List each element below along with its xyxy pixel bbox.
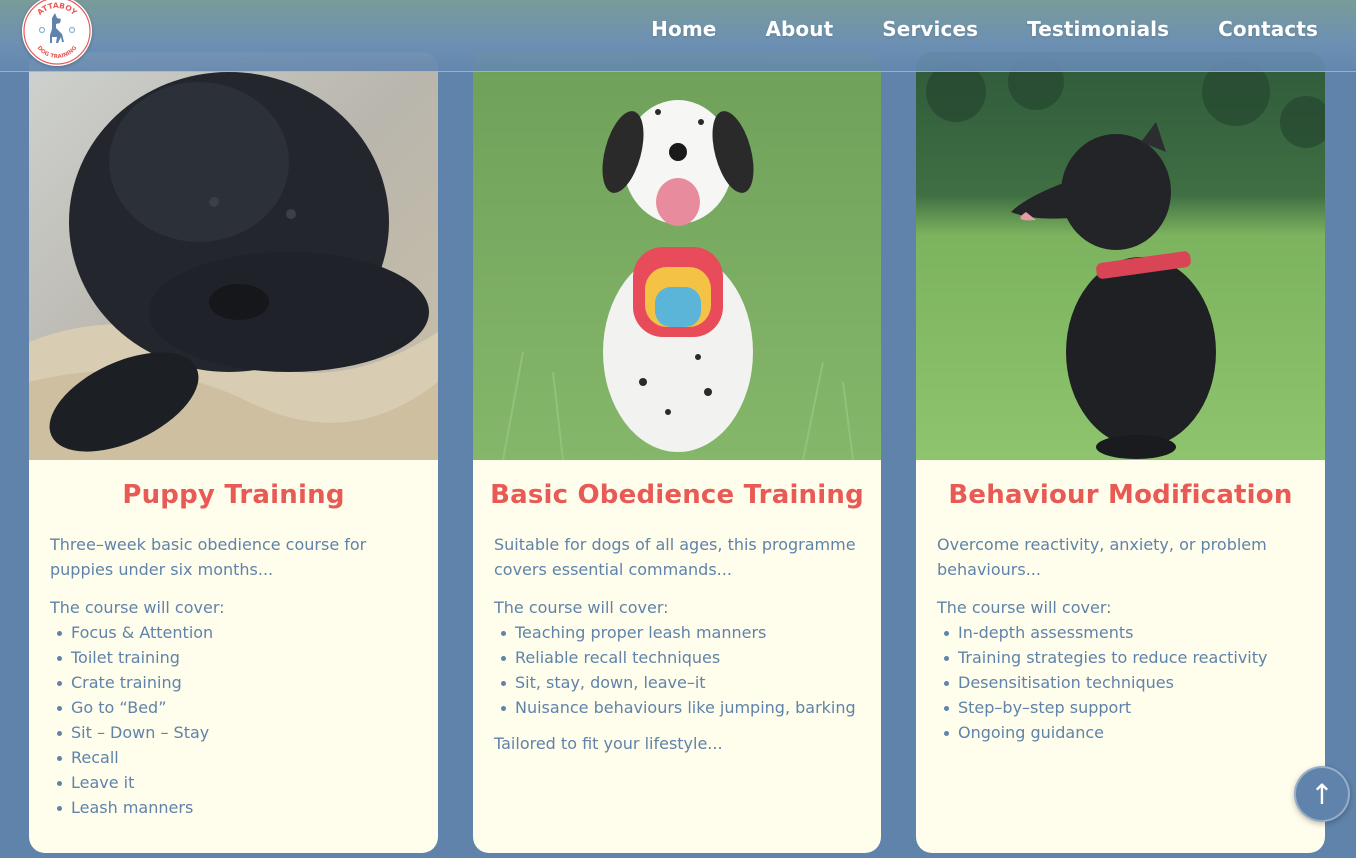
list-item: Ongoing guidance: [944, 720, 1304, 745]
list-item: Teaching proper leash manners: [501, 620, 860, 645]
card-topic-list: Focus & Attention Toilet training Crate …: [50, 620, 417, 820]
list-item: Focus & Attention: [57, 620, 417, 645]
list-item: Training strategies to reduce reactivity: [944, 645, 1304, 670]
list-item: Leash manners: [57, 795, 417, 820]
arrow-up-icon: ↑: [1310, 777, 1334, 811]
card-cover-label: The course will cover:: [494, 598, 669, 617]
nav-services-link[interactable]: Services: [882, 17, 978, 41]
list-item: Sit – Down – Stay: [57, 720, 417, 745]
card-cover-label: The course will cover:: [937, 598, 1112, 617]
nav-testimonials-link[interactable]: Testimonials: [1027, 17, 1169, 41]
card-cover-label: The course will cover:: [50, 598, 225, 617]
list-item: Reliable recall techniques: [501, 645, 860, 670]
dalmatian-photo: [473, 52, 881, 460]
list-item: Sit, stay, down, leave–it: [501, 670, 860, 695]
attaboy-logo[interactable]: ATTABOY DOG TRAINING: [22, 0, 92, 66]
list-item: Desensitisation techniques: [944, 670, 1304, 695]
card-description: Suitable for dogs of all ages, this prog…: [494, 535, 856, 579]
card-note: Tailored to fit your lifestyle...: [494, 734, 723, 753]
list-item: Toilet training: [57, 645, 417, 670]
list-item: Nuisance behaviours like jumping, barkin…: [501, 695, 860, 720]
service-card-basic-obedience: Basic Obedience Training Suitable for do…: [473, 52, 881, 853]
card-title: Behaviour Modification: [948, 480, 1293, 510]
card-title: Puppy Training: [122, 480, 345, 510]
card-description: Three–week basic obedience course for pu…: [50, 535, 367, 579]
site-header: ATTABOY DOG TRAINING Home About Services…: [0, 0, 1356, 72]
card-description: Overcome reactivity, anxiety, or problem…: [937, 535, 1267, 579]
dog-logo-icon: ATTABOY DOG TRAINING: [23, 0, 91, 65]
service-card-behaviour-modification: Behaviour Modification Overcome reactivi…: [916, 52, 1325, 853]
card-topic-list: Teaching proper leash manners Reliable r…: [494, 620, 860, 720]
service-card-puppy-training: Puppy Training Three–week basic obedienc…: [29, 52, 438, 853]
black-puppy-photo: [29, 52, 438, 460]
main-nav: Home About Services Testimonials Contact…: [651, 17, 1318, 41]
list-item: Step–by–step support: [944, 695, 1304, 720]
nav-home-link[interactable]: Home: [651, 17, 716, 41]
card-topic-list: In-depth assessments Training strategies…: [937, 620, 1304, 745]
card-title: Basic Obedience Training: [490, 480, 864, 510]
list-item: Crate training: [57, 670, 417, 695]
list-item: Leave it: [57, 770, 417, 795]
back-to-top-button[interactable]: ↑: [1294, 766, 1350, 822]
list-item: Recall: [57, 745, 417, 770]
black-dog-photo: [916, 52, 1325, 460]
list-item: Go to “Bed”: [57, 695, 417, 720]
nav-contacts-link[interactable]: Contacts: [1218, 17, 1318, 41]
nav-about-link[interactable]: About: [765, 17, 833, 41]
list-item: In-depth assessments: [944, 620, 1304, 645]
